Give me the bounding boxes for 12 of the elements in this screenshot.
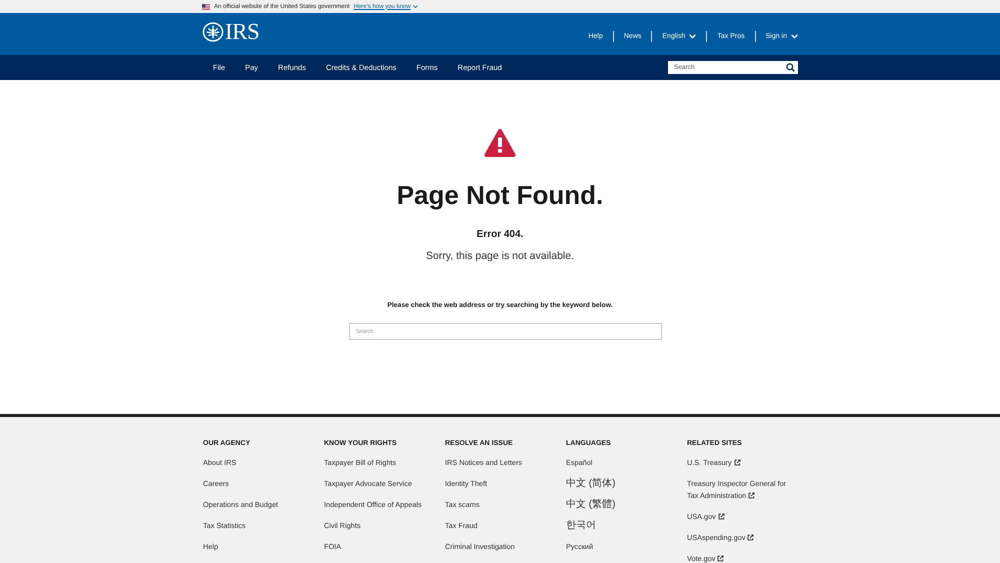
home-logo[interactable]: IRS (202, 21, 260, 43)
footer-link[interactable]: 한국어 (566, 520, 596, 532)
search-icon[interactable] (786, 63, 795, 72)
footer-link[interactable]: 中文 (繁體) (566, 499, 616, 511)
flag-icon (202, 4, 210, 10)
warning-icon (484, 128, 516, 158)
footer-link[interactable]: 中文 (简体) (566, 478, 616, 490)
emblem-icon (202, 22, 224, 42)
error-message: Sorry, this page is not available. (426, 249, 574, 263)
error-code: Error 404. (476, 228, 524, 242)
caret-icon (412, 5, 418, 8)
page-title: Page Not Found. (396, 179, 604, 211)
